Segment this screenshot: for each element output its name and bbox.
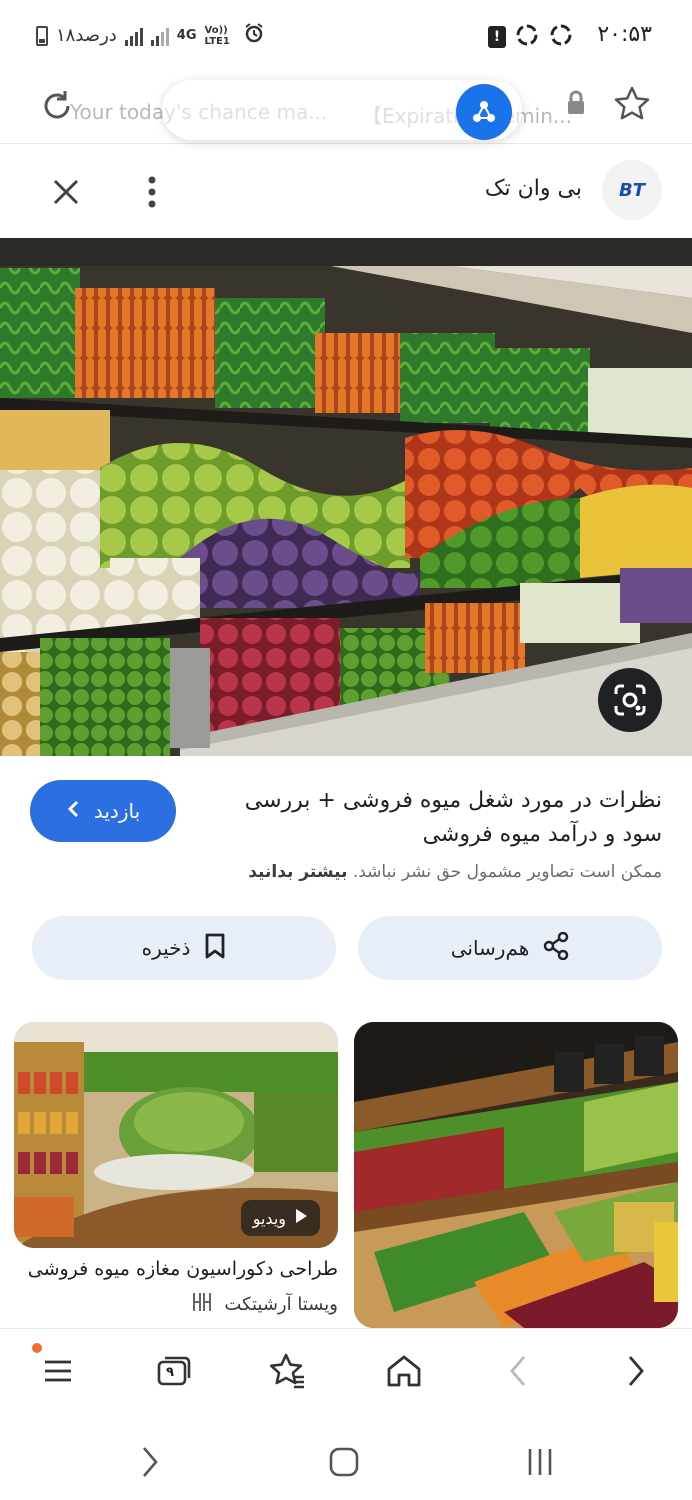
sync-icon-2 (548, 22, 574, 52)
back-button[interactable] (496, 1349, 540, 1393)
chevron-right-icon (628, 1356, 644, 1386)
tabs-button[interactable]: ۹ (152, 1349, 196, 1393)
produce-display-illustration (0, 238, 692, 756)
home-icon (387, 1355, 421, 1387)
alert-icon: ! (488, 26, 506, 48)
browser-toolbar: ۹ (0, 1328, 692, 1412)
nav-home-icon (329, 1447, 359, 1477)
menu-button[interactable] (32, 1343, 80, 1393)
google-lens-button[interactable] (598, 668, 662, 732)
site-name[interactable]: بی وان تک (485, 176, 582, 201)
browser-url-bar: Your today's chance ma... 【Expiration Re… (0, 72, 692, 144)
save-label: ذخیره (141, 936, 191, 960)
chevron-left-icon (510, 1356, 526, 1386)
battery-icon (36, 25, 48, 46)
hero-image[interactable] (0, 238, 692, 756)
nav-back-button[interactable] (130, 1442, 170, 1482)
source-name: ویستا آرشیتکت (224, 1294, 338, 1315)
related-image-2[interactable] (354, 1022, 678, 1328)
close-icon[interactable] (48, 174, 84, 210)
share-icon (543, 931, 569, 965)
status-right-icons: ! (488, 22, 574, 52)
favorites-star-icon (269, 1353, 304, 1389)
lock-icon (566, 90, 586, 120)
alarm-icon (243, 22, 265, 49)
more-options-icon[interactable] (146, 174, 158, 210)
video-badge-label: ویدیو (252, 1208, 286, 1228)
home-button[interactable] (382, 1349, 426, 1393)
bookmark-star-icon[interactable] (612, 84, 652, 128)
system-nav-bar (0, 1412, 692, 1500)
save-button[interactable]: ذخیره (32, 916, 336, 980)
result-title[interactable]: نظرات در مورد شغل میوه فروشی + بررسی سود… (192, 784, 662, 852)
copyright-text: ممکن است تصاویر مشمول حق نشر نباشد. (352, 862, 662, 882)
result-title-line1: نظرات در مورد شغل میوه فروشی + بررسی (244, 788, 662, 813)
visit-button[interactable]: بازدید (30, 780, 176, 842)
sync-icon (514, 22, 540, 52)
bookmark-icon (204, 932, 226, 965)
nav-chevron-icon (143, 1447, 158, 1477)
tabs-icon (157, 1356, 191, 1386)
status-bar: ۱۸درصد 4G Vo)) LTE1 ! ۲۰:۵۳ (0, 0, 692, 72)
copyright-notice: ممکن است تصاویر مشمول حق نشر نباشد. بیشت… (248, 862, 662, 882)
signal-icon-2 (150, 26, 169, 46)
share-fab-button[interactable] (456, 84, 512, 140)
bookmarks-button[interactable] (266, 1349, 310, 1393)
signal-icon (124, 26, 143, 46)
chevron-left-icon (66, 799, 80, 824)
result-title-line2: سود و درآمد میوه فروشی (422, 822, 662, 847)
related-source-1[interactable]: ویستا آرشیتکت (190, 1290, 338, 1319)
share-label: هم‌رسانی (450, 936, 530, 960)
site-logo-text: BT (619, 179, 645, 201)
learn-more-link[interactable]: بیشتر بدانید (248, 862, 347, 882)
tab-count: ۹ (166, 1365, 174, 1380)
site-header: بی وان تک BT (0, 146, 692, 238)
nav-recents-icon (528, 1449, 552, 1475)
play-icon (294, 1208, 308, 1228)
forward-button[interactable] (614, 1349, 658, 1393)
source-logo-icon (190, 1290, 214, 1319)
notification-dot (32, 1343, 42, 1353)
video-badge: ویدیو (240, 1200, 320, 1236)
hamburger-menu-icon (45, 1360, 71, 1382)
fruit-stand-illustration (354, 1022, 678, 1328)
battery-percent: ۱۸درصد (56, 25, 117, 46)
visit-label: بازدید (93, 799, 141, 823)
nav-home-button[interactable] (324, 1442, 364, 1482)
related-image-1[interactable]: ویدیو (14, 1022, 338, 1248)
network-type: 4G (176, 28, 197, 43)
lens-icon (614, 684, 646, 716)
related-title-1[interactable]: طراحی دکوراسیون مغازه میوه فروشی (8, 1258, 338, 1280)
share-network-icon (473, 101, 495, 122)
nav-recents-button[interactable] (520, 1442, 560, 1482)
clock: ۲۰:۵۳ (597, 22, 652, 47)
volte-indicator: Vo)) LTE1 (204, 24, 230, 47)
share-button[interactable]: هم‌رسانی (358, 916, 662, 980)
status-left-icons: ۱۸درصد 4G Vo)) LTE1 (36, 22, 265, 49)
site-logo[interactable]: BT (602, 160, 662, 220)
